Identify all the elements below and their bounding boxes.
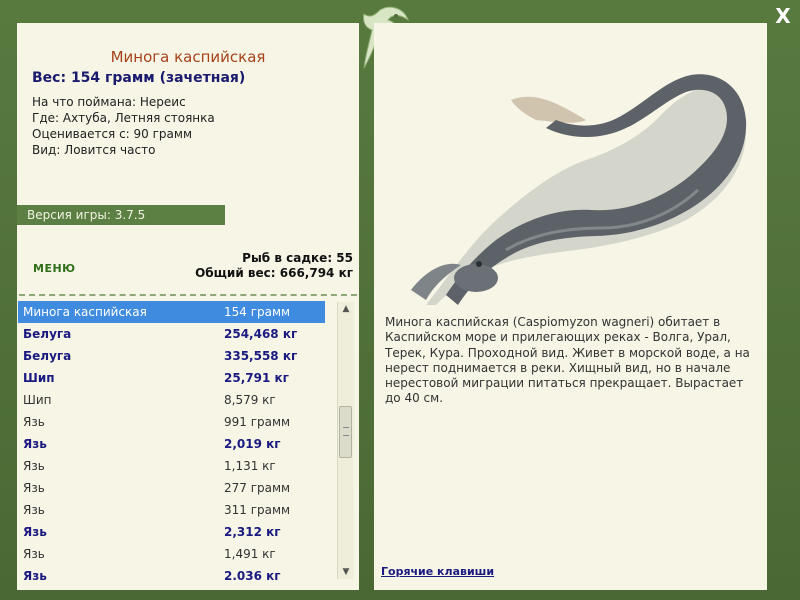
game-version-bar: Версия игры: 3.7.5 (17, 205, 225, 225)
list-item[interactable]: Язь 1,131 кг (18, 455, 325, 477)
list-item-name: Язь (23, 525, 47, 539)
scroll-up-icon[interactable]: ▲ (338, 302, 354, 316)
list-item-name: Язь (23, 437, 47, 451)
value-info: Оценивается с: 90 грамм (32, 127, 192, 141)
list-item[interactable]: Язь 2,312 кг (18, 521, 325, 543)
fish-weight: Вес: 154 грамм (зачетная) (32, 70, 246, 86)
menu-button[interactable]: МЕНЮ (33, 262, 76, 275)
bait-info: На что поймана: Нереис (32, 95, 186, 109)
lamprey-image (411, 74, 747, 305)
list-item-name: Язь (23, 569, 47, 583)
list-item-weight: 2.036 кг (224, 569, 281, 583)
list-item-weight: 25,791 кг (224, 371, 289, 385)
list-item-name: Язь (23, 547, 45, 561)
list-item[interactable]: Язь 1,491 кг (18, 543, 325, 565)
list-item[interactable]: Язь 2,019 кг (18, 433, 325, 455)
list-item-weight: 2,019 кг (224, 437, 281, 451)
list-item[interactable]: Шип 25,791 кг (18, 367, 325, 389)
catch-list[interactable]: Минога каспийская 154 грамм Белуга 254,468 … (18, 301, 325, 588)
list-item-weight: 277 грамм (224, 481, 291, 495)
list-item[interactable]: Язь 2.036 кг (18, 565, 325, 587)
list-item[interactable]: Язь 311 грамм (18, 499, 325, 521)
list-item-weight: 1,131 кг (224, 459, 276, 473)
list-item-weight: 311 грамм (224, 503, 291, 517)
list-item-name: Язь (23, 481, 45, 495)
list-scrollbar[interactable]: ▲ ▼ (337, 302, 354, 579)
list-item-weight: 2,312 кг (224, 525, 281, 539)
location-info: Где: Ахтуба, Летняя стоянка (32, 111, 215, 125)
list-item[interactable]: Белуга 335,558 кг (18, 345, 325, 367)
list-item-weight: 335,558 кг (224, 349, 298, 363)
list-item-name: Язь (23, 503, 45, 517)
hotkeys-link[interactable]: Горячие клавиши (381, 565, 494, 578)
fish-name-title: Минога каспийская (110, 48, 266, 66)
close-button[interactable]: X (773, 5, 793, 27)
fish-description: Минога каспийская (Caspiomyzon wagneri) … (385, 315, 750, 406)
list-item-name: Белуга (23, 327, 72, 341)
list-item-name: Шип (23, 371, 55, 385)
list-item-name: Минога каспийская (23, 305, 147, 319)
list-item[interactable]: Язь 991 грамм (18, 411, 325, 433)
fish-detail-panel: Минога каспийская (Caspiomyzon wagneri) … (374, 23, 767, 590)
list-item-weight: 1,491 кг (224, 547, 276, 561)
list-item-selected[interactable]: Минога каспийская 154 грамм (18, 301, 325, 323)
catch-info-panel: Минога каспийская Вес: 154 грамм (зачетн… (17, 23, 359, 590)
list-item-name: Язь (23, 459, 45, 473)
list-item-name: Шип (23, 393, 52, 407)
list-item[interactable]: Язь 277 грамм (18, 477, 325, 499)
list-item-weight: 154 грамм (224, 305, 291, 319)
scrollbar-thumb[interactable] (339, 406, 352, 458)
list-item[interactable]: Шип 8,579 кг (18, 389, 325, 411)
list-item-weight: 254,468 кг (224, 327, 298, 341)
frequency-info: Вид: Ловится часто (32, 143, 156, 157)
list-item-name: Белуга (23, 349, 72, 363)
list-item-weight: 991 грамм (224, 415, 291, 429)
list-item-weight: 8,579 кг (224, 393, 276, 407)
list-item[interactable]: Белуга 254,468 кг (18, 323, 325, 345)
keepnet-fish-count: Рыб в садке: 55 (242, 251, 353, 265)
dashed-divider (19, 294, 357, 296)
scroll-down-icon[interactable]: ▼ (338, 565, 354, 579)
list-item-name: Язь (23, 415, 45, 429)
keepnet-total-weight: Общий вес: 666,794 кг (195, 266, 353, 280)
